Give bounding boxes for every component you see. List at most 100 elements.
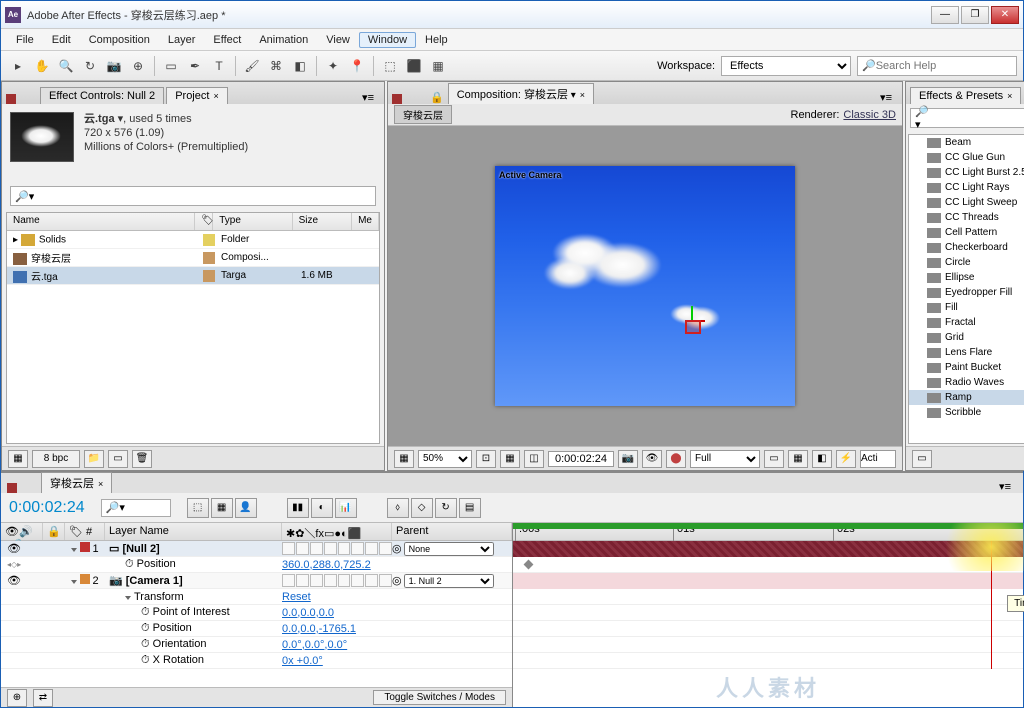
timeline-property-row[interactable]: ⏱ Point of Interest0.0,0.0,0.0 <box>1 605 512 621</box>
tab-composition[interactable]: Composition: 穿梭云层 ▾× <box>448 83 594 104</box>
bpc-button[interactable]: 8 bpc <box>32 450 80 468</box>
effect-item[interactable]: CC Light Rays <box>909 180 1024 195</box>
property-value[interactable]: 360.0,288.0,725.2 <box>282 559 371 571</box>
switch[interactable] <box>310 574 323 587</box>
view-axis-icon[interactable]: ▦ <box>427 55 449 77</box>
label-color[interactable] <box>80 574 90 584</box>
roi-icon[interactable]: ▭ <box>764 450 784 468</box>
effect-item[interactable]: Eyedropper Fill <box>909 285 1024 300</box>
property-value[interactable]: 0.0°,0.0°,0.0° <box>282 639 347 651</box>
local-axis-icon[interactable]: ⬚ <box>379 55 401 77</box>
switch[interactable] <box>365 542 378 555</box>
playhead[interactable] <box>991 541 992 669</box>
effect-item[interactable]: Checkerboard <box>909 240 1024 255</box>
property-value[interactable]: 0x +0.0° <box>282 655 323 667</box>
work-area-bar[interactable] <box>513 523 1023 529</box>
tab-effects-presets[interactable]: Effects & Presets× <box>910 87 1021 104</box>
col-label-icon[interactable]: 🏷 <box>195 213 213 230</box>
switch[interactable] <box>338 542 351 555</box>
menu-effect[interactable]: Effect <box>204 32 250 48</box>
timeline-timecode[interactable]: 0:00:02:24 <box>9 499 85 517</box>
pen-tool[interactable]: ✒ <box>184 55 206 77</box>
ge-set-icon[interactable]: ▤ <box>459 498 481 518</box>
effect-item[interactable]: Radio Waves <box>909 375 1024 390</box>
brainstorm-icon[interactable]: ⬨ <box>387 498 409 518</box>
grid-icon[interactable]: ▦ <box>394 450 414 468</box>
effects-search-input[interactable] <box>929 112 1024 124</box>
close-icon[interactable]: × <box>1007 91 1012 101</box>
workspace-select[interactable]: Effects <box>721 56 851 76</box>
brush-tool[interactable]: 🖌 <box>241 55 263 77</box>
timeline-search[interactable]: 🔎▾ <box>101 499 171 517</box>
fast-preview-icon[interactable]: ⚡ <box>836 450 856 468</box>
toggle-switches-modes-button[interactable]: Toggle Switches / Modes <box>373 690 506 705</box>
switch[interactable] <box>282 542 295 555</box>
tab-project[interactable]: Project× <box>166 87 228 104</box>
switch[interactable] <box>379 542 392 555</box>
layer-bar[interactable] <box>513 573 1023 589</box>
comp-mini-flowchart-icon[interactable]: ⬚ <box>187 498 209 518</box>
timeline-tracks[interactable]: :00s 01s 02s <box>513 523 1023 707</box>
close-icon[interactable]: × <box>98 479 103 489</box>
current-time[interactable]: 0:00:02:24 <box>548 451 614 467</box>
resolution-select[interactable]: Full <box>690 450 760 468</box>
menu-help[interactable]: Help <box>416 32 457 48</box>
label-swatch[interactable] <box>203 252 215 264</box>
minimize-button[interactable]: — <box>931 6 959 24</box>
switch[interactable] <box>282 574 295 587</box>
expand-icon[interactable] <box>71 548 77 552</box>
grid-guides-icon[interactable]: ▦ <box>788 450 808 468</box>
auto-keyframe-icon[interactable]: ◇ <box>411 498 433 518</box>
layer-bar[interactable] <box>513 541 1023 557</box>
eraser-tool[interactable]: ◧ <box>289 55 311 77</box>
transparency-grid-icon[interactable]: ▦ <box>500 450 520 468</box>
effect-item[interactable]: Paint Bucket <box>909 360 1024 375</box>
label-swatch[interactable] <box>203 270 215 282</box>
resolution-icon[interactable]: ⊡ <box>476 450 496 468</box>
switch[interactable] <box>296 542 309 555</box>
project-search-input[interactable] <box>34 190 371 202</box>
hand-tool[interactable]: ✋ <box>31 55 53 77</box>
active-camera-select[interactable] <box>860 450 896 468</box>
parent-select[interactable]: None <box>404 542 494 556</box>
rotate-tool[interactable]: ↻ <box>79 55 101 77</box>
timeline-property-row[interactable]: ⏱ X Rotation0x +0.0° <box>1 653 512 669</box>
draft-3d-icon[interactable]: ▦ <box>211 498 233 518</box>
effect-controls-indicator[interactable] <box>6 94 16 104</box>
text-tool[interactable]: T <box>208 55 230 77</box>
snapshot-icon[interactable]: 📷 <box>618 450 638 468</box>
menu-file[interactable]: File <box>7 32 43 48</box>
zoom-tool[interactable]: 🔍 <box>55 55 77 77</box>
hide-shy-icon[interactable]: 👤 <box>235 498 257 518</box>
selection-tool[interactable]: ▸ <box>7 55 29 77</box>
expand-icon[interactable] <box>125 596 131 600</box>
search-help-input[interactable] <box>876 60 1012 72</box>
effect-item[interactable]: CC Threads <box>909 210 1024 225</box>
expand-icon[interactable] <box>71 580 77 584</box>
frame-blend-icon[interactable]: ▮▮ <box>287 498 309 518</box>
rect-tool[interactable]: ▭ <box>160 55 182 77</box>
close-button[interactable]: ✕ <box>991 6 1019 24</box>
timeline-property-row[interactable]: ⏱ Orientation0.0°,0.0°,0.0° <box>1 637 512 653</box>
zoom-select[interactable]: 50% <box>418 450 472 468</box>
effect-item[interactable]: Fractal <box>909 315 1024 330</box>
panel-menu-icon[interactable]: ▾≡ <box>874 91 898 104</box>
timeline-property-row[interactable]: TransformReset <box>1 589 512 605</box>
new-bin-icon[interactable]: ▭ <box>912 450 932 468</box>
new-comp-icon[interactable]: ▭ <box>108 450 128 468</box>
pan-behind-tool[interactable]: ⊕ <box>127 55 149 77</box>
effect-item[interactable]: CC Light Sweep <box>909 195 1024 210</box>
effect-item[interactable]: Grid <box>909 330 1024 345</box>
effect-item[interactable]: Scribble <box>909 405 1024 420</box>
menu-view[interactable]: View <box>317 32 359 48</box>
switch[interactable] <box>296 574 309 587</box>
project-item[interactable]: ▸ SolidsFolder <box>7 231 379 249</box>
col-parent[interactable]: Parent <box>392 523 512 540</box>
switch[interactable] <box>338 574 351 587</box>
pixel-aspect-icon[interactable]: ◧ <box>812 450 832 468</box>
comp-name[interactable]: 穿梭云层 <box>394 105 452 124</box>
effect-item[interactable]: Ellipse <box>909 270 1024 285</box>
mask-icon[interactable]: ◫ <box>524 450 544 468</box>
effect-item[interactable]: Lens Flare <box>909 345 1024 360</box>
menu-edit[interactable]: Edit <box>43 32 80 48</box>
